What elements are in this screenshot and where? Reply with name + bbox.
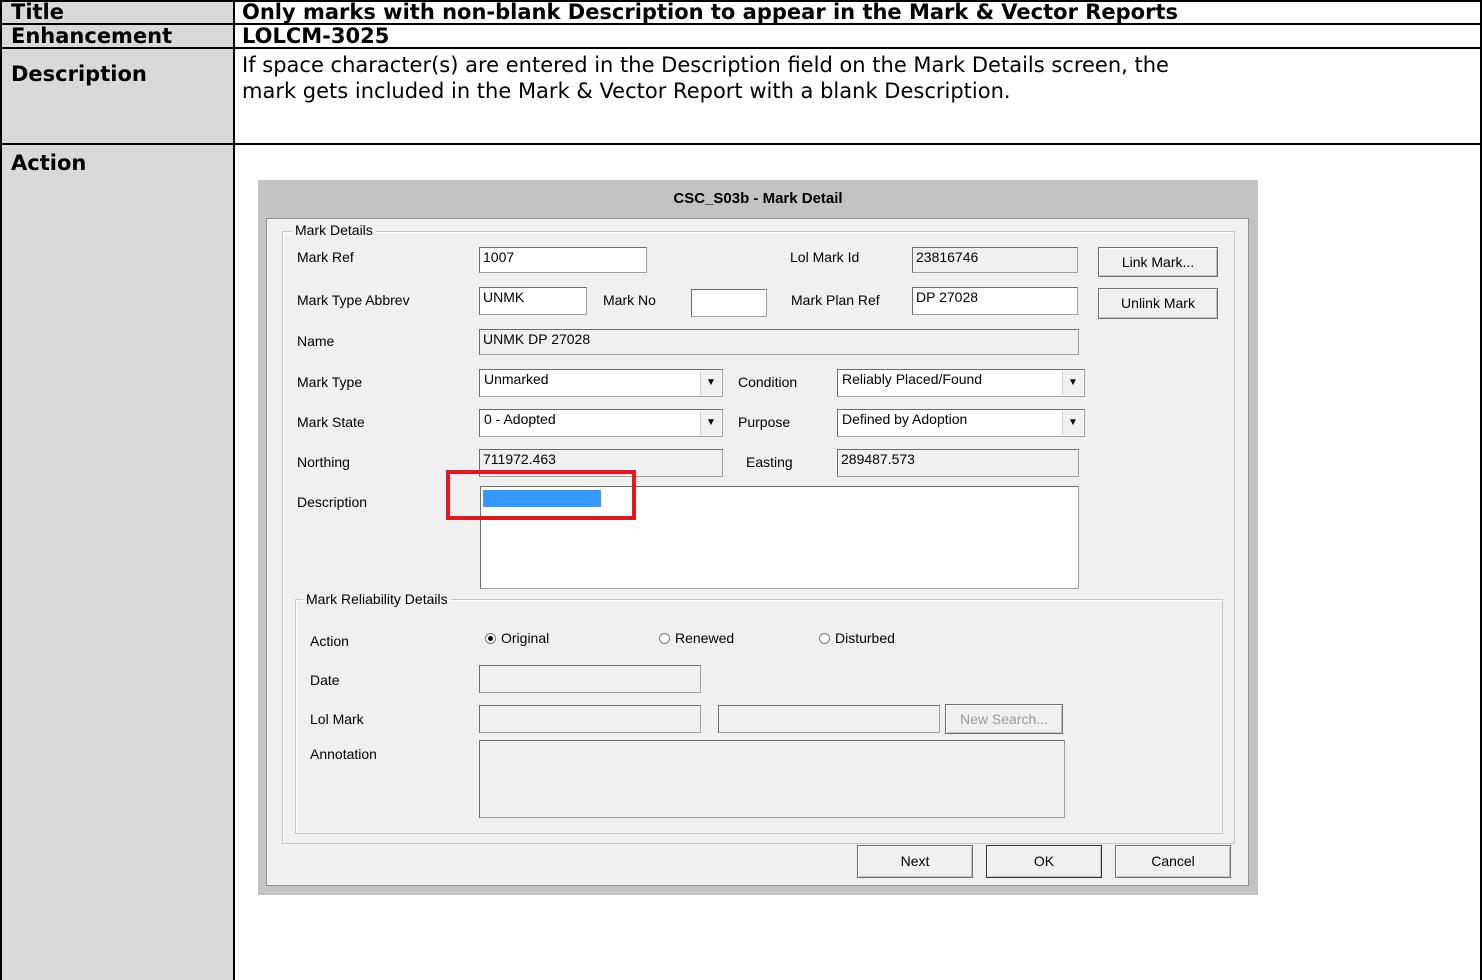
annotation-field[interactable] bbox=[479, 740, 1065, 818]
mark-detail-dialog: CSC_S03b - Mark Detail Mark Details Mark… bbox=[258, 180, 1258, 895]
lol-mark-id-field[interactable]: 23816746 bbox=[912, 247, 1078, 273]
dialog-title: CSC_S03b - Mark Detail bbox=[673, 190, 843, 207]
grid-line bbox=[0, 47, 1482, 49]
description-line-1: If space character(s) are entered in the… bbox=[242, 53, 1169, 77]
grid-line bbox=[0, 143, 1482, 145]
dialog-client-area: Mark Details Mark Ref 1007 Lol Mark Id 2… bbox=[266, 218, 1249, 886]
mark-state-value: 0 - Adopted bbox=[484, 411, 556, 427]
chevron-down-icon[interactable]: ▼ bbox=[700, 371, 721, 395]
mark-ref-field[interactable]: 1007 bbox=[479, 247, 647, 273]
row-value-title: Only marks with non-blank Description to… bbox=[233, 0, 1482, 24]
mark-no-label: Mark No bbox=[603, 292, 656, 308]
easting-field[interactable]: 289487.573 bbox=[837, 449, 1079, 477]
purpose-value: Defined by Adoption bbox=[842, 411, 968, 427]
purpose-dropdown[interactable]: Defined by Adoption ▼ bbox=[837, 409, 1085, 437]
date-field[interactable] bbox=[479, 665, 701, 693]
chevron-down-icon[interactable]: ▼ bbox=[1062, 411, 1083, 435]
chevron-down-icon[interactable]: ▼ bbox=[700, 411, 721, 435]
radio-unselected-icon bbox=[659, 633, 670, 644]
row-value-description: If space character(s) are entered in the… bbox=[233, 48, 1482, 144]
new-search-button[interactable]: New Search... bbox=[945, 704, 1063, 734]
radio-selected-icon bbox=[485, 633, 496, 644]
lol-mark-field-2[interactable] bbox=[718, 705, 940, 733]
condition-dropdown[interactable]: Reliably Placed/Found ▼ bbox=[837, 369, 1085, 397]
radio-original[interactable]: Original bbox=[485, 630, 549, 646]
row-value-enhancement: LOLCM-3025 bbox=[233, 24, 1482, 48]
row-label-action: Action bbox=[0, 144, 233, 980]
mark-type-label: Mark Type bbox=[297, 374, 363, 390]
link-mark-button[interactable]: Link Mark... bbox=[1098, 247, 1218, 277]
mark-state-label: Mark State bbox=[297, 414, 365, 430]
grid-line bbox=[0, 0, 1482, 2]
row-label-description: Description bbox=[0, 48, 233, 144]
condition-label: Condition bbox=[738, 374, 798, 390]
radio-renewed[interactable]: Renewed bbox=[659, 630, 734, 646]
radio-disturbed[interactable]: Disturbed bbox=[819, 630, 895, 646]
enhancement-label: Enhancement bbox=[11, 24, 173, 48]
radio-renewed-label: Renewed bbox=[675, 630, 735, 646]
lol-mark-field-1[interactable] bbox=[479, 705, 701, 733]
cancel-button[interactable]: Cancel bbox=[1115, 845, 1231, 878]
ok-button[interactable]: OK bbox=[986, 845, 1102, 878]
mark-type-abbrev-label: Mark Type Abbrev bbox=[297, 292, 410, 308]
mark-type-abbrev-field[interactable]: UNMK bbox=[479, 287, 587, 315]
mark-plan-ref-field[interactable]: DP 27028 bbox=[912, 287, 1078, 315]
date-label: Date bbox=[310, 672, 340, 688]
lol-mark-id-label: Lol Mark Id bbox=[790, 249, 860, 265]
title-value: Only marks with non-blank Description to… bbox=[242, 0, 1179, 24]
radio-original-label: Original bbox=[501, 630, 550, 646]
mark-type-value: Unmarked bbox=[484, 371, 549, 387]
action-row-label: Action bbox=[11, 151, 87, 175]
mark-state-dropdown[interactable]: 0 - Adopted ▼ bbox=[479, 409, 723, 437]
grid-line bbox=[0, 23, 1482, 25]
name-label: Name bbox=[297, 333, 335, 349]
description-label: Description bbox=[297, 494, 368, 510]
unlink-mark-button[interactable]: Unlink Mark bbox=[1098, 288, 1218, 319]
row-label-title: Title bbox=[0, 0, 233, 24]
enhancement-value: LOLCM-3025 bbox=[242, 24, 390, 48]
mark-no-field[interactable] bbox=[691, 289, 767, 317]
northing-label: Northing bbox=[297, 454, 350, 470]
annotation-label: Annotation bbox=[310, 746, 377, 762]
next-button[interactable]: Next bbox=[857, 845, 973, 878]
grid-line bbox=[0, 0, 2, 980]
row-label-enhancement: Enhancement bbox=[0, 24, 233, 48]
highlight-callout-box bbox=[446, 470, 636, 520]
radio-unselected-icon bbox=[819, 633, 830, 644]
mark-reliability-group-title: Mark Reliability Details bbox=[303, 591, 451, 607]
easting-label: Easting bbox=[746, 454, 793, 470]
purpose-label: Purpose bbox=[738, 414, 791, 430]
mark-plan-ref-label: Mark Plan Ref bbox=[791, 292, 880, 308]
action-label: Action bbox=[310, 633, 349, 649]
title-label: Title bbox=[11, 0, 65, 24]
chevron-down-icon[interactable]: ▼ bbox=[1062, 371, 1083, 395]
lol-mark-label: Lol Mark bbox=[310, 711, 364, 727]
description-row-label: Description bbox=[11, 62, 147, 86]
radio-disturbed-label: Disturbed bbox=[835, 630, 895, 646]
grid-line bbox=[233, 0, 235, 980]
name-field[interactable]: UNMK DP 27028 bbox=[479, 329, 1079, 355]
description-line-2: mark gets included in the Mark & Vector … bbox=[242, 79, 1011, 103]
mark-type-dropdown[interactable]: Unmarked ▼ bbox=[479, 369, 723, 397]
mark-ref-label: Mark Ref bbox=[297, 249, 354, 265]
condition-value: Reliably Placed/Found bbox=[842, 371, 983, 387]
mark-details-group-title: Mark Details bbox=[292, 222, 376, 238]
